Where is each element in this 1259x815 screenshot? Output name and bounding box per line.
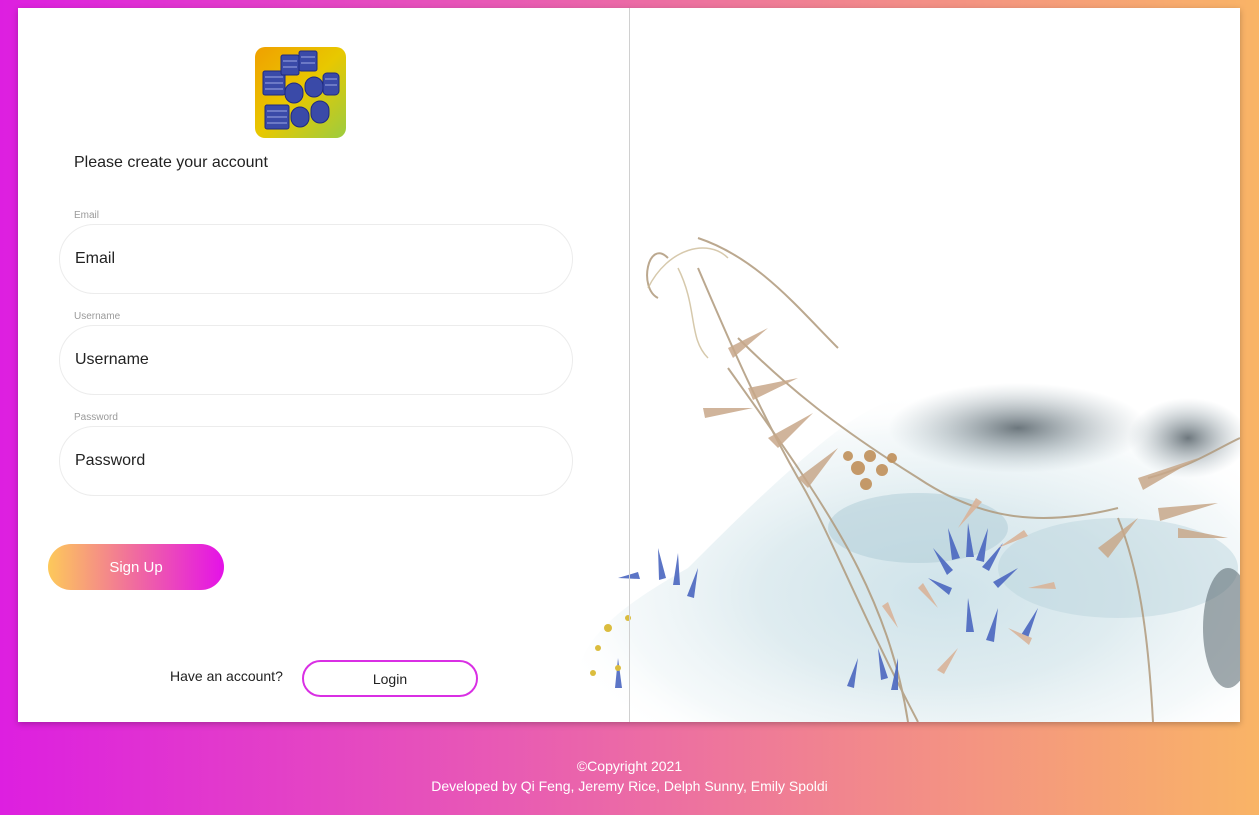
email-label: Email xyxy=(74,210,100,221)
username-label: Username xyxy=(74,311,121,322)
panel-divider xyxy=(629,8,630,722)
signup-card: Please create your account Email Usernam… xyxy=(18,8,1240,722)
copyright-text: ©Copyright 2021 xyxy=(576,758,683,774)
password-input[interactable] xyxy=(59,426,573,496)
have-account-text: Have an account? xyxy=(170,668,283,684)
email-input[interactable] xyxy=(59,224,573,294)
username-input[interactable] xyxy=(59,325,573,395)
sign-up-button[interactable]: Sign Up xyxy=(48,544,224,590)
credits-text: Developed by Qi Feng, Jeremy Rice, Delph… xyxy=(431,778,828,794)
form-heading: Please create your account xyxy=(74,154,268,171)
footer: ©Copyright 2021 Developed by Qi Feng, Je… xyxy=(0,756,1259,796)
pressed-flowers-watercolor-image xyxy=(498,8,1240,722)
login-button[interactable]: Login xyxy=(302,660,478,697)
password-label: Password xyxy=(74,412,118,423)
bigmood-logo-icon xyxy=(255,47,346,138)
